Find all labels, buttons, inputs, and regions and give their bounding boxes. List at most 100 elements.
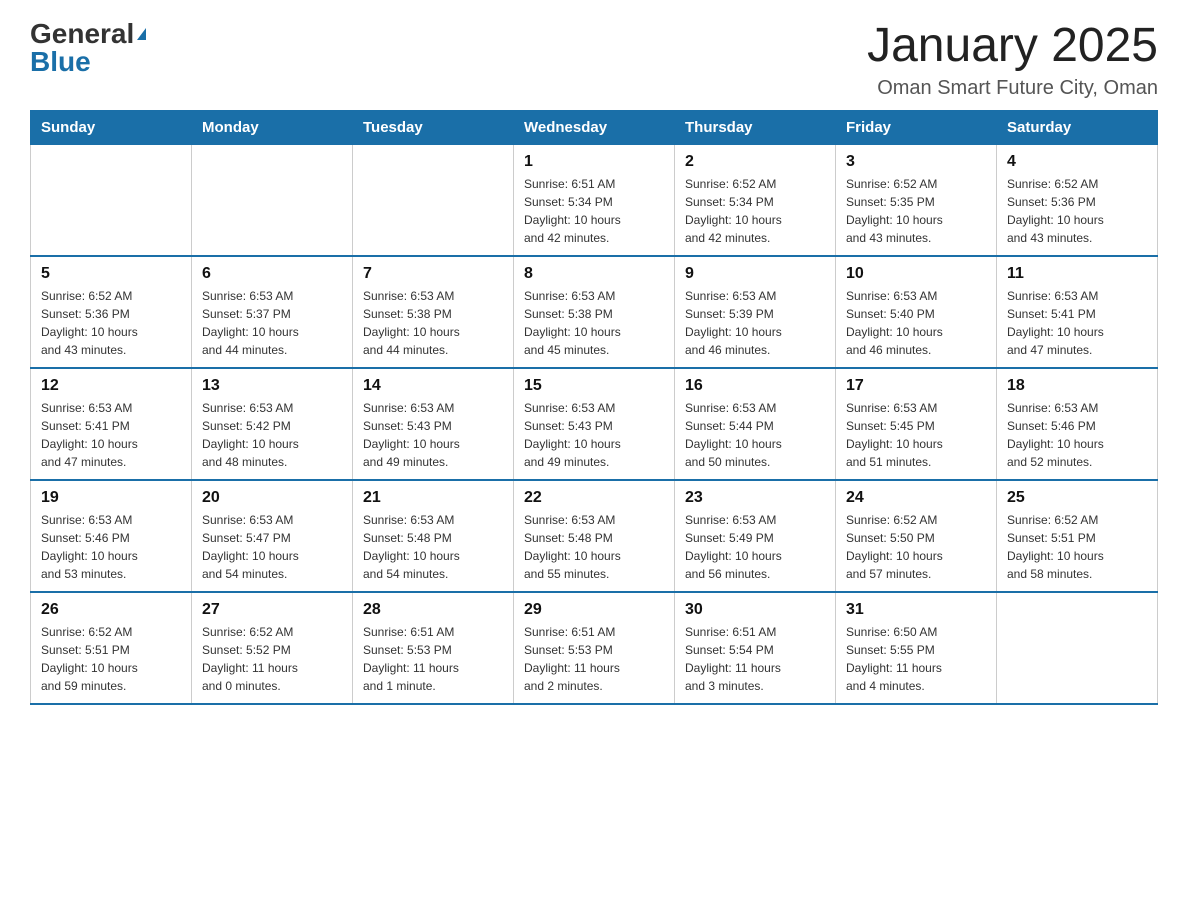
calendar-cell: 18 Sunrise: 6:53 AMSunset: 5:46 PMDayligh… (997, 368, 1158, 480)
day-number: 16 (685, 377, 825, 395)
header-day-saturday: Saturday (997, 110, 1158, 144)
calendar-week-3: 12Sunrise: 6:53 AMSunset: 5:41 PMDayligh… (31, 368, 1158, 480)
day-number: 8 (524, 265, 664, 283)
calendar-cell: 26Sunrise: 6:52 AMSunset: 5:51 PMDayligh… (31, 592, 192, 704)
calendar-cell: 11 Sunrise: 6:53 AMSunset: 5:41 PMDayligh… (997, 256, 1158, 368)
day-info: Sunrise: 6:51 AMSunset: 5:54 PMDaylight:… (685, 623, 825, 695)
day-info: Sunrise: 6:53 AMSunset: 5:49 PMDaylight:… (685, 511, 825, 583)
calendar-cell: 24 Sunrise: 6:52 AMSunset: 5:50 PMDayligh… (836, 480, 997, 592)
calendar-cell (353, 144, 514, 256)
calendar-cell: 14 Sunrise: 6:53 AMSunset: 5:43 PMDayligh… (353, 368, 514, 480)
day-number: 23 (685, 489, 825, 507)
calendar-cell: 1Sunrise: 6:51 AMSunset: 5:34 PMDaylight… (514, 144, 675, 256)
calendar-cell: 7 Sunrise: 6:53 AMSunset: 5:38 PMDaylight… (353, 256, 514, 368)
day-info: Sunrise: 6:53 AMSunset: 5:38 PMDaylight:… (363, 287, 503, 359)
calendar-cell: 3 Sunrise: 6:52 AMSunset: 5:35 PMDaylight… (836, 144, 997, 256)
header-day-wednesday: Wednesday (514, 110, 675, 144)
day-info: Sunrise: 6:53 AMSunset: 5:47 PMDaylight:… (202, 511, 342, 583)
day-number: 21 (363, 489, 503, 507)
day-info: Sunrise: 6:52 AMSunset: 5:36 PMDaylight:… (41, 287, 181, 359)
day-number: 31 (846, 601, 986, 619)
day-info: Sunrise: 6:52 AMSunset: 5:35 PMDaylight:… (846, 175, 986, 247)
day-number: 10 (846, 265, 986, 283)
day-number: 14 (363, 377, 503, 395)
day-number: 9 (685, 265, 825, 283)
day-info: Sunrise: 6:53 AMSunset: 5:45 PMDaylight:… (846, 399, 986, 471)
day-number: 3 (846, 153, 986, 171)
header-day-sunday: Sunday (31, 110, 192, 144)
day-info: Sunrise: 6:53 AMSunset: 5:39 PMDaylight:… (685, 287, 825, 359)
header-row: SundayMondayTuesdayWednesdayThursdayFrid… (31, 110, 1158, 144)
day-info: Sunrise: 6:53 AMSunset: 5:43 PMDaylight:… (363, 399, 503, 471)
day-info: Sunrise: 6:52 AMSunset: 5:52 PMDaylight:… (202, 623, 342, 695)
day-number: 2 (685, 153, 825, 171)
day-info: Sunrise: 6:52 AMSunset: 5:50 PMDaylight:… (846, 511, 986, 583)
day-number: 13 (202, 377, 342, 395)
day-info: Sunrise: 6:53 AMSunset: 5:42 PMDaylight:… (202, 399, 342, 471)
day-info: Sunrise: 6:53 AMSunset: 5:37 PMDaylight:… (202, 287, 342, 359)
calendar-body: 1Sunrise: 6:51 AMSunset: 5:34 PMDaylight… (31, 144, 1158, 704)
day-info: Sunrise: 6:53 AMSunset: 5:43 PMDaylight:… (524, 399, 664, 471)
calendar-cell: 15 Sunrise: 6:53 AMSunset: 5:43 PMDayligh… (514, 368, 675, 480)
day-number: 11 (1007, 265, 1147, 283)
day-info: Sunrise: 6:50 AMSunset: 5:55 PMDaylight:… (846, 623, 986, 695)
calendar-cell: 28Sunrise: 6:51 AMSunset: 5:53 PMDayligh… (353, 592, 514, 704)
header-day-thursday: Thursday (675, 110, 836, 144)
day-number: 6 (202, 265, 342, 283)
day-number: 20 (202, 489, 342, 507)
day-info: Sunrise: 6:53 AMSunset: 5:48 PMDaylight:… (524, 511, 664, 583)
logo-triangle-icon (137, 28, 146, 40)
calendar-cell: 4Sunrise: 6:52 AMSunset: 5:36 PMDaylight… (997, 144, 1158, 256)
day-number: 4 (1007, 153, 1147, 171)
day-number: 1 (524, 153, 664, 171)
day-number: 7 (363, 265, 503, 283)
calendar-cell: 21 Sunrise: 6:53 AMSunset: 5:48 PMDayligh… (353, 480, 514, 592)
calendar-cell: 30 Sunrise: 6:51 AMSunset: 5:54 PMDayligh… (675, 592, 836, 704)
calendar-cell: 12Sunrise: 6:53 AMSunset: 5:41 PMDayligh… (31, 368, 192, 480)
calendar-cell (997, 592, 1158, 704)
day-number: 27 (202, 601, 342, 619)
calendar-cell: 16 Sunrise: 6:53 AMSunset: 5:44 PMDayligh… (675, 368, 836, 480)
calendar-cell: 10Sunrise: 6:53 AMSunset: 5:40 PMDayligh… (836, 256, 997, 368)
day-info: Sunrise: 6:53 AMSunset: 5:41 PMDaylight:… (1007, 287, 1147, 359)
day-info: Sunrise: 6:53 AMSunset: 5:44 PMDaylight:… (685, 399, 825, 471)
calendar-cell: 31 Sunrise: 6:50 AMSunset: 5:55 PMDayligh… (836, 592, 997, 704)
calendar-cell (192, 144, 353, 256)
day-info: Sunrise: 6:53 AMSunset: 5:46 PMDaylight:… (41, 511, 181, 583)
calendar-cell: 6 Sunrise: 6:53 AMSunset: 5:37 PMDaylight… (192, 256, 353, 368)
calendar-cell: 29Sunrise: 6:51 AMSunset: 5:53 PMDayligh… (514, 592, 675, 704)
logo-blue-text: Blue (30, 48, 91, 76)
page-subtitle: Oman Smart Future City, Oman (867, 77, 1158, 100)
calendar-week-1: 1Sunrise: 6:51 AMSunset: 5:34 PMDaylight… (31, 144, 1158, 256)
day-number: 17 (846, 377, 986, 395)
logo-general-text: General (30, 20, 134, 48)
header: General Blue January 2025 Oman Smart Fut… (30, 20, 1158, 100)
calendar-cell: 2 Sunrise: 6:52 AMSunset: 5:34 PMDaylight… (675, 144, 836, 256)
calendar-header: SundayMondayTuesdayWednesdayThursdayFrid… (31, 110, 1158, 144)
calendar-week-5: 26Sunrise: 6:52 AMSunset: 5:51 PMDayligh… (31, 592, 1158, 704)
day-number: 18 (1007, 377, 1147, 395)
day-number: 24 (846, 489, 986, 507)
calendar-table: SundayMondayTuesdayWednesdayThursdayFrid… (30, 110, 1158, 705)
day-info: Sunrise: 6:53 AMSunset: 5:48 PMDaylight:… (363, 511, 503, 583)
calendar-cell: 8Sunrise: 6:53 AMSunset: 5:38 PMDaylight… (514, 256, 675, 368)
calendar-cell: 19 Sunrise: 6:53 AMSunset: 5:46 PMDayligh… (31, 480, 192, 592)
calendar-week-4: 19 Sunrise: 6:53 AMSunset: 5:46 PMDayligh… (31, 480, 1158, 592)
day-info: Sunrise: 6:51 AMSunset: 5:53 PMDaylight:… (363, 623, 503, 695)
page-title: January 2025 (867, 20, 1158, 73)
logo: General Blue (30, 20, 146, 76)
day-info: Sunrise: 6:52 AMSunset: 5:51 PMDaylight:… (1007, 511, 1147, 583)
day-number: 22 (524, 489, 664, 507)
calendar-cell: 25Sunrise: 6:52 AMSunset: 5:51 PMDayligh… (997, 480, 1158, 592)
header-day-friday: Friday (836, 110, 997, 144)
calendar-cell: 17 Sunrise: 6:53 AMSunset: 5:45 PMDayligh… (836, 368, 997, 480)
title-area: January 2025 Oman Smart Future City, Oma… (867, 20, 1158, 100)
day-info: Sunrise: 6:53 AMSunset: 5:46 PMDaylight:… (1007, 399, 1147, 471)
calendar-cell: 5Sunrise: 6:52 AMSunset: 5:36 PMDaylight… (31, 256, 192, 368)
day-number: 30 (685, 601, 825, 619)
calendar-cell: 20 Sunrise: 6:53 AMSunset: 5:47 PMDayligh… (192, 480, 353, 592)
day-info: Sunrise: 6:52 AMSunset: 5:34 PMDaylight:… (685, 175, 825, 247)
day-info: Sunrise: 6:52 AMSunset: 5:51 PMDaylight:… (41, 623, 181, 695)
day-number: 15 (524, 377, 664, 395)
day-number: 19 (41, 489, 181, 507)
